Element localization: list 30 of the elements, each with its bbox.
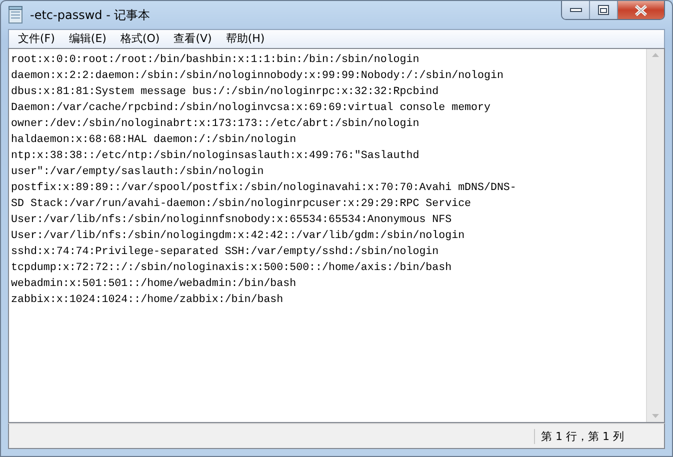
text-line: root:x:0:0:root:/root:/bin/bashbin:x:1:1:bin:/bin:/sbin/nologin	[11, 53, 420, 68]
text-line: tcpdump:x:72:72::/:/sbin/nologinaxis:x:500:500::/home/axis:/bin/bash	[11, 261, 453, 276]
menu-item[interactable]: 文件(F)	[11, 30, 62, 48]
text-line: postfix:x:89:89::/var/spool/postfix:/sbin/nologinavahi:x:70:70:Avahi mDNS/DNS-	[11, 181, 518, 196]
close-button[interactable]	[618, 1, 664, 19]
text-line: owner:/dev:/sbin/nologinabrt:x:173:173::/etc/abrt:/sbin/nologin	[11, 117, 420, 132]
text-line: ntp:x:38:38::/etc/ntp:/sbin/nologinsaslauth:x:499:76:"Saslauthd	[11, 149, 420, 164]
menu-item[interactable]: 编辑(E)	[62, 30, 114, 48]
text-line: sshd:x:74:74:Privilege-separated SSH:/var/empty/sshd:/sbin/nologin	[11, 245, 440, 260]
text-line: haldaemon:x:68:68:HAL daemon:/:/sbin/nologin	[11, 133, 298, 148]
window-title: -etc-passwd - 记事本	[30, 6, 152, 24]
cursor-position: 第 1 行，第 1 列	[534, 428, 664, 444]
minimize-button[interactable]	[562, 1, 590, 19]
menu-item[interactable]: 帮助(H)	[218, 30, 272, 48]
text-line: Daemon:/var/cache/rpcbind:/sbin/nologinvcsa:x:69:69:virtual console memory	[11, 101, 492, 116]
notepad-icon	[8, 6, 24, 24]
text-line: user":/var/empty/saslauth:/sbin/nologin	[11, 165, 265, 180]
text-line: daemon:x:2:2:daemon:/sbin:/sbin/nologinnobody:x:99:99:Nobody:/:/sbin/nologin	[11, 69, 504, 84]
text-line: dbus:x:81:81:System message bus:/:/sbin/nologinrpc:x:32:32:Rpcbind	[11, 85, 440, 100]
text-line: webadmin:x:501:501::/home/webadmin:/bin/bash	[11, 277, 298, 292]
text-line: User:/var/lib/nfs:/sbin/nologingdm:x:42:42::/var/lib/gdm:/sbin/nologin	[11, 229, 466, 244]
maximize-icon	[598, 5, 609, 15]
text-line: SD Stack:/var/run/avahi-daemon:/sbin/nologinrpcuser:x:29:29:RPC Service	[11, 197, 472, 212]
menu-item[interactable]: 格式(O)	[113, 30, 167, 48]
minimize-icon	[570, 8, 582, 12]
maximize-button[interactable]	[590, 1, 618, 19]
text-line: User:/var/lib/nfs:/sbin/nologinnfsnobody:x:65534:65534:Anonymous NFS	[11, 213, 453, 228]
menu-item[interactable]: 查看(V)	[166, 30, 219, 48]
text-line: zabbix:x:1024:1024::/home/zabbix:/bin/bash	[11, 293, 284, 308]
close-icon	[634, 4, 648, 16]
